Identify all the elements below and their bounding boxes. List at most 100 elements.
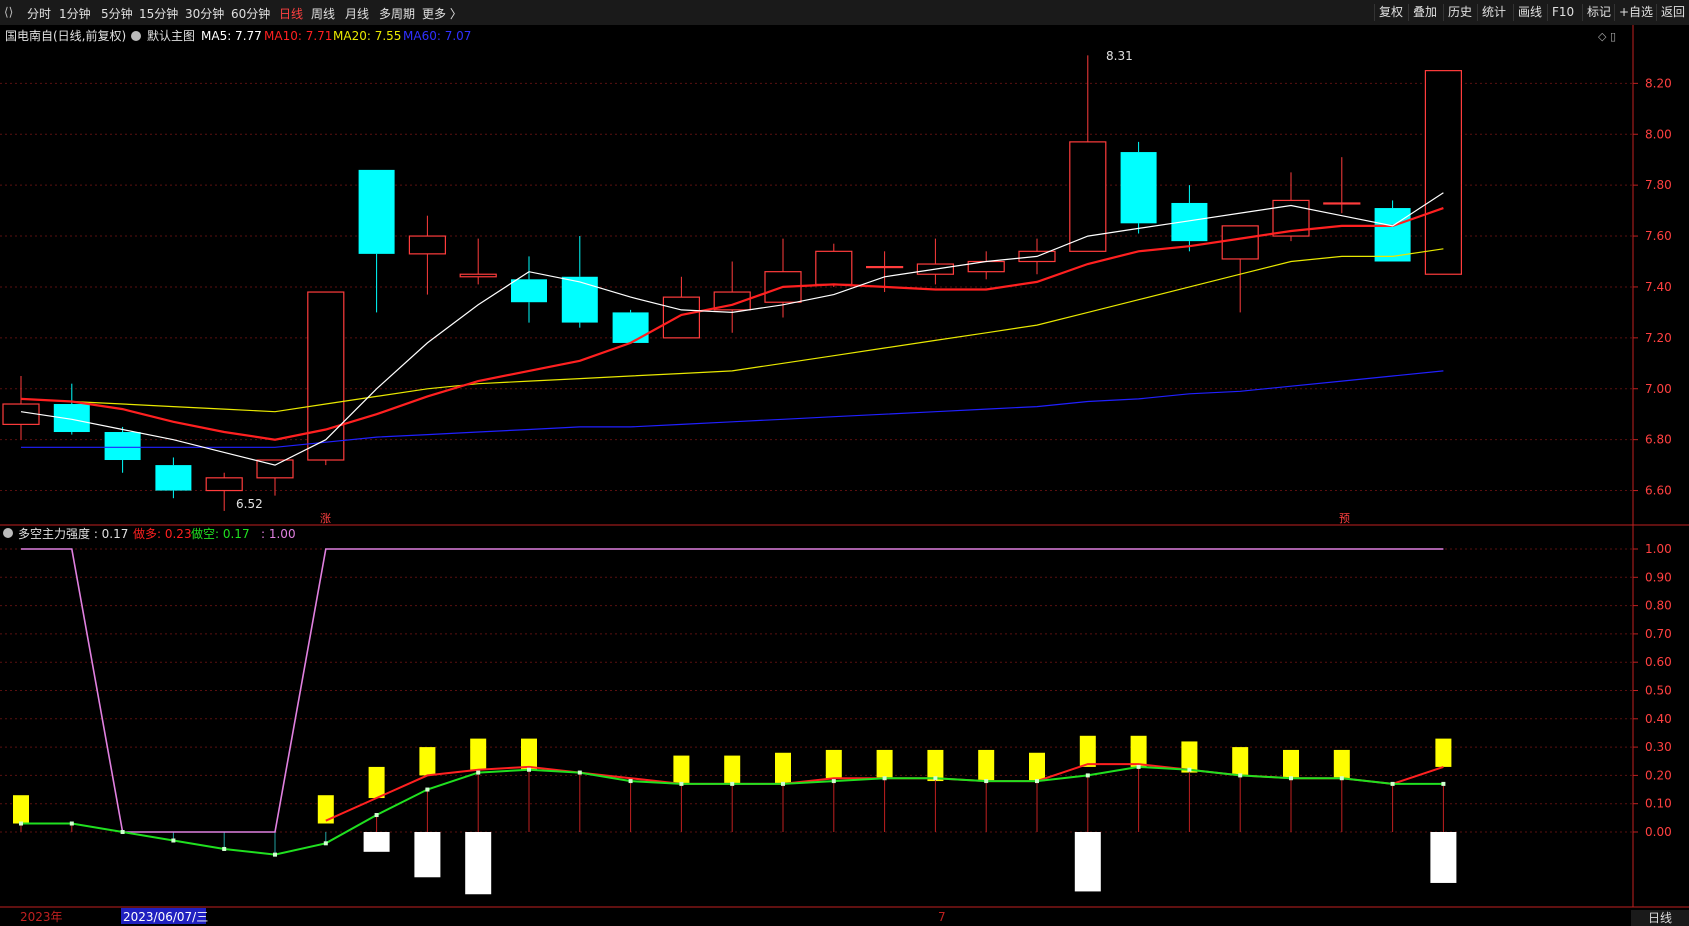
long-bar [13, 795, 29, 824]
long-bar [1029, 752, 1045, 782]
forecast-marker: 预 [1339, 512, 1350, 525]
long-bar [368, 766, 385, 799]
candle-body [1120, 152, 1157, 224]
year-label: 2023年 [20, 910, 63, 924]
indicator-name-value: 多空主力强度 : 0.17 [18, 526, 128, 541]
long-bar [470, 738, 487, 770]
short-line-point [222, 846, 227, 851]
long-bar [876, 749, 893, 779]
price-tick-label: 6.60 [1645, 484, 1672, 498]
short-bar [465, 832, 492, 895]
low-price-marker: 6.52 [236, 497, 263, 511]
panel-settings-icon[interactable]: ◇ ▯ [1598, 30, 1616, 43]
period-tab-1[interactable]: 1分钟 [59, 5, 91, 22]
price-tick-label: 8.20 [1645, 76, 1672, 90]
chart-dropdown-icon[interactable] [131, 31, 141, 41]
ma10-legend: MA10: 7.71 [264, 29, 332, 43]
main-chart-name[interactable]: 默认主图 [147, 28, 195, 43]
candle-body [256, 459, 294, 479]
short-line-point [19, 821, 23, 826]
toolbar-button-1[interactable]: 叠加 [1408, 4, 1441, 21]
short-line-point [374, 813, 379, 818]
price-tick-label: 8.00 [1645, 127, 1672, 141]
short-line-point [1238, 773, 1243, 778]
short-line-point [1085, 773, 1090, 778]
short-line-point [1289, 776, 1293, 781]
stock-chart[interactable]: 6.60 6.80 7.00 7.20 7.40 7.60 7.80 8.00 8.20 0.00… [0, 25, 1689, 926]
period-tab-2[interactable]: 5分钟 [101, 5, 133, 22]
candle-body [205, 477, 243, 492]
short-bar [414, 832, 441, 878]
candle-body [511, 279, 547, 303]
short-line-point [1035, 779, 1039, 784]
price-tick-label: 6.80 [1645, 433, 1672, 447]
short-line-point [933, 776, 938, 781]
ma5-legend: MA5: 7.77 [201, 29, 262, 43]
toolbar-button-2[interactable]: 历史 [1443, 4, 1476, 21]
toolbar-button-5[interactable]: F10 [1547, 4, 1578, 21]
short-line-point [1441, 781, 1446, 786]
short-line-point [476, 770, 481, 775]
short-line-point [984, 779, 989, 784]
long-bar [419, 747, 436, 776]
candle-body [662, 296, 701, 339]
short-line-point [323, 841, 328, 846]
toolbar-button-7[interactable]: +自选 [1614, 4, 1657, 21]
period-tab-7[interactable]: 周线 [311, 5, 335, 22]
short-line-point [831, 779, 836, 784]
candle-body [561, 276, 598, 323]
price-tick-label: 7.40 [1645, 280, 1672, 294]
toolbar-button-6[interactable]: 标记 [1582, 4, 1615, 21]
short-line-point [171, 838, 176, 843]
candle-body [1069, 141, 1107, 252]
month-label: 7 [938, 910, 946, 924]
candle-body [1171, 202, 1208, 242]
short-line-point [1136, 764, 1141, 769]
long-bar [775, 752, 791, 784]
period-tab-9[interactable]: 多周期 [379, 5, 415, 22]
indicator-tick-label: 0.30 [1645, 740, 1672, 754]
short-bar [1430, 832, 1457, 883]
period-tab-8[interactable]: 月线 [345, 5, 369, 22]
short-line-point [69, 821, 74, 826]
long-bar [724, 755, 741, 784]
candle-body [815, 250, 853, 286]
price-tick-label: 7.60 [1645, 229, 1672, 243]
period-tab-0[interactable]: 分时 [27, 5, 51, 22]
indicator-dropdown-icon[interactable] [3, 528, 13, 538]
toolbar-button-3[interactable]: 统计 [1477, 4, 1510, 21]
period-tab-6[interactable]: 日线 [279, 5, 303, 22]
short-line-point [120, 830, 125, 834]
toolbar-back-icon[interactable]: ⟨⟩ [4, 5, 13, 19]
candle-body [1374, 208, 1411, 262]
indicator-tick-label: 0.00 [1645, 825, 1672, 839]
candle-body [155, 465, 192, 491]
long-bar [1283, 749, 1299, 779]
toolbar-button-0[interactable]: 复权 [1374, 4, 1407, 21]
candle-body [1221, 225, 1259, 260]
candle-body [459, 273, 497, 278]
short-legend: 做空: 0.17 [191, 526, 250, 541]
indicator-tick-label: 0.10 [1645, 797, 1672, 811]
period-tab-5[interactable]: 60分钟 [231, 5, 270, 22]
candle-body [358, 169, 395, 254]
period-toolbar: ⟨⟩ 分时 1分钟 5分钟 15分钟 30分钟 60分钟 日线 周线 月线 多周期 更多 〉 复权 叠加… [0, 0, 1689, 26]
long-bar [1333, 749, 1350, 779]
short-line-point [1187, 767, 1192, 772]
indicator-tick-label: 0.80 [1645, 599, 1672, 613]
indicator-tick-label: 0.50 [1645, 684, 1672, 698]
period-tab-4[interactable]: 30分钟 [185, 5, 224, 22]
bottom-timeframe[interactable]: 日线 [1631, 910, 1689, 926]
limit-up-marker: 涨 [320, 512, 331, 525]
long-bar [1079, 735, 1096, 767]
candle-body [104, 432, 141, 461]
period-tab-3[interactable]: 15分钟 [139, 5, 178, 22]
toolbar-button-4[interactable]: 画线 [1513, 4, 1546, 21]
short-line-point [628, 779, 633, 784]
long-bar [521, 738, 537, 770]
long-bar [1435, 738, 1452, 767]
period-tab-10[interactable]: 更多 〉 [422, 5, 462, 22]
candle-body [1424, 70, 1463, 275]
short-bar [1074, 832, 1101, 892]
toolbar-button-8[interactable]: 返回 [1656, 4, 1689, 21]
